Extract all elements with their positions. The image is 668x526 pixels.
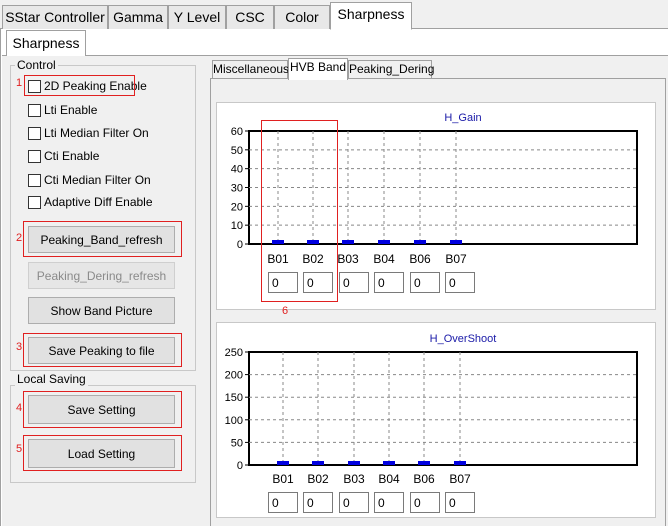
y-tick-label: 20 <box>231 201 243 213</box>
h-overshoot-chart: H_OverShoot 0 50 100 150 200 250 B01 B02 B03 B04 B0… <box>225 333 638 486</box>
category-label: B04 <box>373 252 395 266</box>
cti-median-checkbox[interactable] <box>28 173 41 187</box>
tab-y-level[interactable]: Y Level <box>168 5 226 29</box>
load-setting-button[interactable]: Load Setting <box>28 439 175 468</box>
cti-enable[interactable]: Cti Enable <box>28 149 99 163</box>
show-band-picture-button[interactable]: Show Band Picture <box>28 297 175 324</box>
h-overshoot-input-b06[interactable] <box>410 492 440 513</box>
category-label: B07 <box>445 252 467 266</box>
cti-median-filter[interactable]: Cti Median Filter On <box>28 173 151 187</box>
plot-area <box>248 351 638 466</box>
bar-b07 <box>450 240 462 244</box>
category-label: B06 <box>413 472 435 486</box>
lti-enable-checkbox[interactable] <box>28 103 41 117</box>
peaking-2d-checkbox[interactable] <box>28 79 41 93</box>
h-overshoot-input-b07[interactable] <box>445 492 475 513</box>
h-gain-input-b07[interactable] <box>445 272 475 293</box>
tab-sstar-controller[interactable]: SStar Controller <box>2 5 108 29</box>
h-overshoot-chart-panel: H_OverShoot 0 50 100 150 200 250 B01 B02 B03 B04 B0… <box>216 322 656 518</box>
lti-enable-label: Lti Enable <box>44 103 98 117</box>
h-gain-input-b03[interactable] <box>339 272 369 293</box>
cti-enable-label: Cti Enable <box>44 149 100 163</box>
h-gain-input-b02[interactable] <box>303 272 333 293</box>
peaking-dering-refresh-button[interactable]: Peaking_Dering_refresh <box>28 262 175 289</box>
h-gain-input-b04[interactable] <box>374 272 404 293</box>
category-label: B02 <box>307 472 329 486</box>
annotation-label-3: 3 <box>16 341 23 353</box>
tab-peaking-dering[interactable]: Peaking_Dering <box>348 60 434 79</box>
h-overshoot-input-b01[interactable] <box>268 492 298 513</box>
local-saving-title: Local Saving <box>15 372 88 386</box>
tab-gamma[interactable]: Gamma <box>108 5 168 29</box>
bar-b04 <box>378 240 390 244</box>
y-tick-label: 30 <box>231 183 243 195</box>
lti-median-checkbox[interactable] <box>28 126 41 140</box>
category-label: B01 <box>272 472 294 486</box>
bar-b03 <box>348 461 360 465</box>
annotation-label-2: 2 <box>16 232 23 244</box>
tab-hvb-band[interactable]: HVB Band <box>288 58 348 80</box>
bar-b01 <box>277 461 289 465</box>
bar-b07 <box>454 461 466 465</box>
cti-enable-checkbox[interactable] <box>28 149 41 163</box>
y-tick-label: 150 <box>225 392 243 404</box>
y-tick-label: 10 <box>231 220 243 232</box>
annotation-label-1: 1 <box>16 77 23 89</box>
bar-b04 <box>383 461 395 465</box>
tab-miscellaneous[interactable]: Miscellaneous <box>212 60 289 79</box>
adaptive-diff-enable[interactable]: Adaptive Diff Enable <box>28 195 153 209</box>
annotation-label-6: 6 <box>282 305 289 317</box>
h-gain-input-b01[interactable] <box>268 272 298 293</box>
lti-median-filter[interactable]: Lti Median Filter On <box>28 126 149 140</box>
y-tick-label: 100 <box>225 415 243 427</box>
control-group-title: Control <box>15 58 58 72</box>
bar-b03 <box>342 240 354 244</box>
y-tick-label: 50 <box>231 145 243 157</box>
bar-b02 <box>312 461 324 465</box>
save-setting-button[interactable]: Save Setting <box>28 395 175 424</box>
adaptive-diff-label: Adaptive Diff Enable <box>44 195 153 209</box>
category-label: B03 <box>343 472 365 486</box>
peaking-band-refresh-button[interactable]: Peaking_Band_refresh <box>28 226 175 253</box>
h-overshoot-input-b04[interactable] <box>374 492 404 513</box>
chart-title: H_Gain <box>444 112 481 124</box>
bar-b06 <box>418 461 430 465</box>
y-tick-label: 0 <box>237 239 243 251</box>
adaptive-diff-checkbox[interactable] <box>28 195 41 209</box>
h-overshoot-input-b03[interactable] <box>339 492 369 513</box>
chart-title: H_OverShoot <box>430 333 497 345</box>
subtab-sharpness[interactable]: Sharpness <box>6 30 86 56</box>
tab-csc[interactable]: CSC <box>226 5 274 29</box>
peaking-2d-enable[interactable]: 2D Peaking Enable <box>28 79 147 93</box>
tab-sharpness[interactable]: Sharpness <box>330 2 412 30</box>
top-tab-bar: SStar Controller Gamma Y Level CSC Color… <box>0 0 668 30</box>
annotation-label-4: 4 <box>16 402 23 414</box>
tab-color[interactable]: Color <box>274 5 330 29</box>
peaking-2d-label: 2D Peaking Enable <box>44 79 147 93</box>
category-label: B01 <box>267 252 289 266</box>
y-tick-label: 0 <box>237 460 243 472</box>
save-peaking-to-file-button[interactable]: Save Peaking to file <box>28 337 175 364</box>
category-label: B02 <box>302 252 324 266</box>
lti-median-label: Lti Median Filter On <box>44 126 149 140</box>
category-label: B03 <box>337 252 359 266</box>
h-overshoot-input-b02[interactable] <box>303 492 333 513</box>
bar-b01 <box>272 240 284 244</box>
y-tick-label: 40 <box>231 164 243 176</box>
bar-b06 <box>414 240 426 244</box>
y-tick-label: 200 <box>225 370 243 382</box>
category-label: B04 <box>378 472 400 486</box>
y-tick-label: 60 <box>231 126 243 138</box>
annotation-label-5: 5 <box>16 443 23 455</box>
y-tick-label: 250 <box>225 347 243 359</box>
y-tick-label: 50 <box>231 437 243 449</box>
lti-enable[interactable]: Lti Enable <box>28 103 97 117</box>
bar-b02 <box>307 240 319 244</box>
h-gain-input-b06[interactable] <box>410 272 440 293</box>
cti-median-label: Cti Median Filter On <box>44 173 151 187</box>
category-label: B06 <box>409 252 431 266</box>
category-label: B07 <box>449 472 471 486</box>
